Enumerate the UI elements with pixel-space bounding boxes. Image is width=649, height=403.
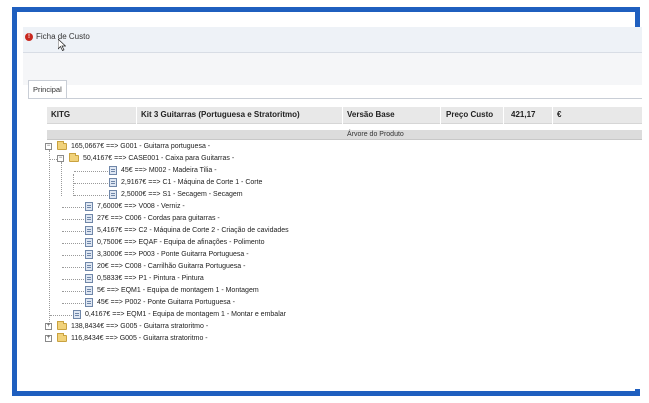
cost-sheet-window: ! Ficha de Custo Principal KITG Kit 3 Gu… [23, 27, 642, 389]
tree-node-label: 3,3000€ ==> P003 - Ponte Guitarra Portug… [97, 251, 249, 258]
header-separator [552, 107, 553, 124]
tree-node-label: 27€ ==> C006 - Cordas para guitarras - [97, 215, 220, 222]
tree-connector [73, 174, 74, 196]
tree-connector [62, 291, 84, 292]
tree-node-label: 0,4167€ ==> EQM1 - Equipa de montagem 1 … [85, 311, 286, 318]
document-icon [85, 214, 93, 223]
tree-connector [74, 195, 108, 196]
tab-principal[interactable]: Principal [28, 80, 67, 98]
tree-node-label: 0,7500€ ==> EQAF - Equipa de afinações -… [97, 239, 265, 246]
version-label: Versão Base [347, 110, 395, 119]
document-icon [85, 262, 93, 271]
product-description: Kit 3 Guitarras (Portuguesa e Stratoritm… [141, 110, 300, 119]
tree-connector [62, 219, 84, 220]
tree-node-label: 2,9167€ ==> C1 - Máquina de Corte 1 - Co… [121, 179, 263, 186]
tree-connector [62, 231, 84, 232]
document-icon [85, 202, 93, 211]
document-icon [85, 286, 93, 295]
tree-connector [62, 255, 84, 256]
mouse-cursor-icon [58, 39, 66, 51]
product-code: KITG [51, 110, 71, 119]
tree-connector [61, 162, 62, 196]
tree-node-label: 7,6000€ ==> V008 - Verniz - [97, 203, 185, 210]
folder-icon [69, 153, 79, 162]
tree-connector [50, 315, 72, 316]
cost-value: 421,17 [511, 110, 536, 119]
document-icon [85, 250, 93, 259]
document-icon [109, 166, 117, 175]
product-tree-title: Árvore do Produto [347, 131, 404, 138]
collapse-icon[interactable]: − [57, 155, 64, 162]
document-icon [85, 226, 93, 235]
header-separator [342, 107, 343, 124]
folder-icon [57, 333, 67, 342]
header-separator [440, 107, 441, 124]
tree-node-label: 45€ ==> M002 - Madeira Tilia - [121, 167, 217, 174]
expand-icon[interactable]: + [45, 323, 52, 330]
toolbar-area [23, 53, 642, 85]
tree-node-label: 116,8434€ ==> G005 - Guitarra stratoritm… [71, 335, 208, 342]
tree-connector [49, 150, 50, 328]
tree-node-label: 5,4167€ ==> C2 - Máquina de Corte 2 - Cr… [97, 227, 289, 234]
tree-node-label: 45€ ==> P002 - Ponte Guitarra Portuguesa… [97, 299, 235, 306]
tree-connector [50, 159, 57, 160]
product-tree-header: Árvore do Produto [47, 130, 642, 140]
collapse-icon[interactable]: − [45, 143, 52, 150]
tree-node-label: 138,8434€ ==> G005 - Guitarra stratoritm… [71, 323, 209, 330]
product-header-row: KITG Kit 3 Guitarras (Portuguesa e Strat… [47, 107, 642, 124]
tree-connector [74, 171, 108, 172]
expand-icon[interactable]: + [45, 335, 52, 342]
document-icon [109, 190, 117, 199]
tree-node-label: 20€ ==> C008 - Carrilhão Guitarra Portug… [97, 263, 246, 270]
tree-node-label: 165,0667€ ==> G001 - Guitarra portuguesa… [71, 143, 211, 150]
tab-divider [28, 98, 642, 99]
tree-connector [62, 267, 84, 268]
tree-connector [62, 207, 84, 208]
folder-icon [57, 321, 67, 330]
tree-connector [62, 243, 84, 244]
tree-connector [62, 279, 84, 280]
document-icon [109, 178, 117, 187]
tree-node-label: 2,5000€ ==> S1 - Secagem - Secagem [121, 191, 243, 198]
product-tree: − 165,0667€ ==> G001 - Guitarra portugue… [45, 141, 545, 389]
tree-node-label: 50,4167€ ==> CASE001 - Caixa para Guitar… [83, 155, 235, 162]
document-icon [85, 298, 93, 307]
tree-node-label: 5€ ==> EQM1 - Equipa de montagem 1 - Mon… [97, 287, 259, 294]
tree-node-label: 0,5833€ ==> P1 - Pintura - Pintura [97, 275, 204, 282]
tree-connector [74, 183, 108, 184]
header-separator [136, 107, 137, 124]
document-icon [73, 310, 81, 319]
document-icon [85, 274, 93, 283]
document-icon [85, 238, 93, 247]
cost-label: Preço Custo [446, 110, 494, 119]
tree-connector [62, 303, 84, 304]
header-separator [503, 107, 504, 124]
title-bar: ! Ficha de Custo [23, 27, 642, 53]
cost-currency: € [557, 110, 562, 119]
folder-icon [57, 141, 67, 150]
app-error-icon: ! [25, 33, 33, 41]
